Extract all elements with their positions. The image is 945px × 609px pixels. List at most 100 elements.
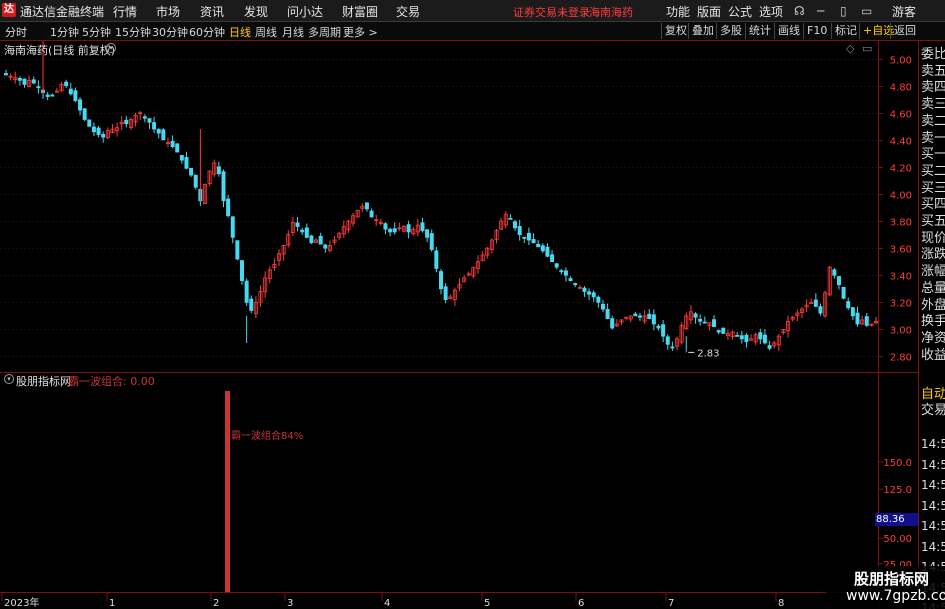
menu-item-news[interactable]: 资讯 [200,3,224,20]
period-tab-more[interactable]: 更多 > [343,24,378,40]
indicator-tick-label: 125.0 [883,485,912,496]
candle-body [392,228,397,233]
draw-line-button[interactable]: 画线 [774,23,803,39]
tick-time-1: 14:5 [921,457,945,472]
menu-item-layout[interactable]: 版面 [697,3,721,20]
candle-body [744,334,749,342]
trade-login-status[interactable]: 证券交易未登录 [513,4,590,20]
menu-item-functions[interactable]: 功能 [666,3,690,20]
price-tick-label: 4.00 [890,191,912,202]
overlay-button[interactable]: 叠加 [688,23,717,39]
period-tab-daily[interactable]: 日线 [229,24,251,40]
candle-body [846,301,851,309]
candle-body [850,307,855,317]
side-label-18: 收益 [921,347,945,363]
candle-body [383,223,388,230]
back-button[interactable]: 返回 [890,23,919,39]
phone-icon[interactable]: ▯ [840,4,847,18]
candle-body [438,271,443,290]
adjust-button[interactable]: 复权 [661,23,690,39]
quote-side-panel: 委比 卖五 卖四 卖三 卖二 卖一 买一 买二 买三 买四 买五 现价 涨跌 涨幅 总量 外盘 换手 净资 收益 自… [918,41,945,609]
menu-item-formula[interactable]: 公式 [728,3,752,20]
multi-stock-button[interactable]: 多股 [716,23,745,39]
period-tab-60min[interactable]: 60分钟 [189,24,225,40]
mark-button[interactable]: 标记 [831,23,860,39]
candle-body [582,287,587,292]
price-tick-label: 3.00 [890,326,912,337]
candle-body [513,221,518,229]
period-tab-timeshare[interactable]: 分时 [5,24,27,40]
candle-body [406,224,411,233]
candle-body [559,270,564,273]
candle-body [434,250,439,269]
period-tab-weekly[interactable]: 周线 [255,24,277,40]
candle-body [540,245,545,252]
side-label-17: 净资 [921,330,945,346]
f10-button[interactable]: F10 [803,23,830,39]
candle-body [536,243,541,248]
period-tab-5min[interactable]: 5分钟 [82,24,111,40]
candle-body [767,345,772,349]
candle-body [235,240,240,260]
candlestick-series [4,41,879,353]
chart-area[interactable]: 5.205.004.804.604.404.204.003.803.603.40… [0,41,918,609]
time-tick-label: 2 [213,598,219,609]
side-label-5: 卖一 [921,130,945,146]
period-tab-15min[interactable]: 15分钟 [115,24,151,40]
menu-item-trade[interactable]: 交易 [396,3,420,20]
candle-body [522,236,527,239]
indicator-menu-icon[interactable]: ▾ [4,374,14,384]
tile-icon[interactable]: ▭ [861,4,872,18]
candle-body [249,298,254,311]
chart-axes: 5.205.004.804.604.404.204.003.803.603.40… [0,41,918,609]
candle-body [36,86,41,89]
menu-bar: 达 通达信金融终端 行情 市场 资讯 发现 问小达 财富圈 交易 证券交易未登录… [0,0,945,22]
stats-button[interactable]: 统计 [745,23,774,39]
candle-body [693,313,698,318]
menu-item-options[interactable]: 选项 [759,3,783,20]
minimize-icon[interactable]: ─ [817,4,824,18]
tick-time-4: 14:5 [921,519,945,533]
user-label[interactable]: 游客 [892,3,916,20]
candle-body [309,235,314,244]
candle-body [388,228,393,233]
period-tab-monthly[interactable]: 月线 [282,24,304,40]
candle-body [596,296,601,303]
auto-trade-label[interactable]: 自动 [921,387,945,403]
menu-item-wealth-circle[interactable]: 财富圈 [342,3,378,20]
candle-body [739,335,744,340]
candle-body [841,286,846,299]
candle-body [818,306,823,314]
diamond-icon[interactable]: ◇ [846,42,854,55]
candle-body [323,244,328,249]
menu-item-discover[interactable]: 发现 [244,3,268,20]
candle-body [712,319,717,328]
menu-item-market[interactable]: 行情 [113,3,137,20]
time-tick-label: 1 [109,598,115,609]
chevron-down-icon[interactable]: ▾ [106,43,116,53]
period-tab-multi[interactable]: 多周期 [308,24,341,40]
trade-label[interactable]: 交易 [921,403,945,419]
candle-body [517,226,522,236]
candle-body [647,313,652,319]
side-label-6: 买一 [921,147,945,163]
price-tick-label: 3.60 [890,245,912,256]
menu-item-assistant[interactable]: 问小达 [287,3,323,20]
watermark-brand: 股朋指标网 [854,570,930,588]
candle-body [142,116,147,119]
tick-time-3: 14:5 [921,498,945,513]
candle-body [318,235,323,245]
candle-body [124,119,129,125]
period-tab-30min[interactable]: 30分钟 [152,24,188,40]
tick-time-5: 14:5 [921,539,945,554]
candle-body [193,174,198,188]
period-tab-1min[interactable]: 1分钟 [50,24,79,40]
window-toggle-icon[interactable]: ▭ [862,42,872,55]
candle-body [31,79,36,84]
price-tick-label: 3.20 [890,299,912,310]
service-icon[interactable]: ☊ [794,4,805,18]
menu-item-markets[interactable]: 市场 [156,3,180,20]
indicator-name[interactable]: 股朋指标网 [16,373,71,389]
side-label-10: 买五 [921,214,945,229]
candle-body [651,314,656,325]
